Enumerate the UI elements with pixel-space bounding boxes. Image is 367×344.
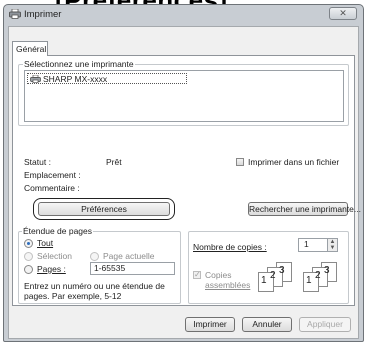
status-value: Prêt [106, 157, 122, 167]
comment-label: Commentaire : [24, 183, 80, 193]
page-range-help-line1: Entrez un numéro ou une étendue de [24, 281, 165, 291]
radio-selection-label: Sélection [37, 251, 72, 261]
tab-general[interactable]: Général [12, 41, 48, 56]
radio-current-page[interactable] [90, 252, 99, 261]
apply-button[interactable]: Appliquer [299, 317, 351, 332]
printer-list-item[interactable]: SHARP MX-xxxx [27, 73, 187, 84]
page-range-title: Étendue de pages [22, 226, 94, 236]
radio-selected-dot [27, 242, 30, 245]
printer-list[interactable]: SHARP MX-xxxx [24, 70, 344, 122]
tab-panel-general: Sélectionnez une imprimante SHARP MX-xxx… [12, 55, 361, 306]
radio-pages-label: Pages : [37, 264, 66, 274]
printer-group-title: Sélectionnez une imprimante [23, 59, 135, 69]
print-button[interactable]: Imprimer [185, 317, 235, 332]
find-printer-button[interactable]: Rechercher une imprimante... [248, 202, 361, 216]
stack-digit: 1 [306, 275, 312, 286]
collate-stack-icon: 1 2 3 [303, 262, 343, 292]
print-to-file-checkbox[interactable] [236, 158, 244, 166]
radio-pages[interactable] [24, 265, 33, 274]
printer-name: SHARP MX-xxxx [43, 74, 108, 84]
page-range-help-line2: pages. Par exemple, 5-12 [24, 291, 122, 301]
stack-digit: 2 [270, 270, 276, 281]
dialog-body: Général Sélectionnez une imprimante SHAR… [8, 26, 361, 339]
stack-digit: 2 [315, 270, 321, 281]
close-button[interactable]: ✕ [329, 7, 357, 20]
title-bar: Imprimer ✕ [4, 5, 363, 25]
print-to-file-label: Imprimer dans un fichier [248, 157, 340, 167]
stack-digit: 1 [261, 275, 267, 286]
copies-spinner[interactable]: ▲ ▼ [328, 238, 338, 252]
stack-digit: 3 [279, 265, 285, 276]
radio-all-label: Tout [37, 238, 54, 248]
check-mark-icon: ✓ [194, 270, 201, 279]
copies-input[interactable]: 1 [298, 238, 328, 252]
stack-digit: 3 [324, 265, 330, 276]
collate-stack-icon: 1 2 3 [258, 262, 298, 292]
cancel-button[interactable]: Annuler [242, 317, 292, 332]
printer-icon [30, 75, 41, 83]
window-title: Imprimer [24, 9, 62, 20]
printer-icon [9, 9, 21, 19]
collate-label-line1: Copies [205, 270, 232, 280]
close-icon: ✕ [339, 8, 347, 18]
radio-current-page-label: Page actuelle [103, 251, 155, 261]
location-label: Emplacement : [24, 170, 81, 180]
collate-checkbox[interactable]: ✓ [193, 271, 201, 279]
radio-all[interactable] [24, 239, 33, 248]
radio-selection[interactable] [24, 252, 33, 261]
pages-input[interactable]: 1-65535 [90, 262, 175, 275]
status-label: Statut : [24, 157, 51, 167]
preferences-highlight [33, 198, 175, 220]
copies-label: Nombre de copies : [193, 242, 267, 252]
print-dialog: Imprimer ✕ Général Sélectionnez une impr… [3, 4, 364, 342]
collate-label-line2: assemblées [205, 280, 251, 290]
spinner-down-icon: ▼ [329, 245, 336, 251]
